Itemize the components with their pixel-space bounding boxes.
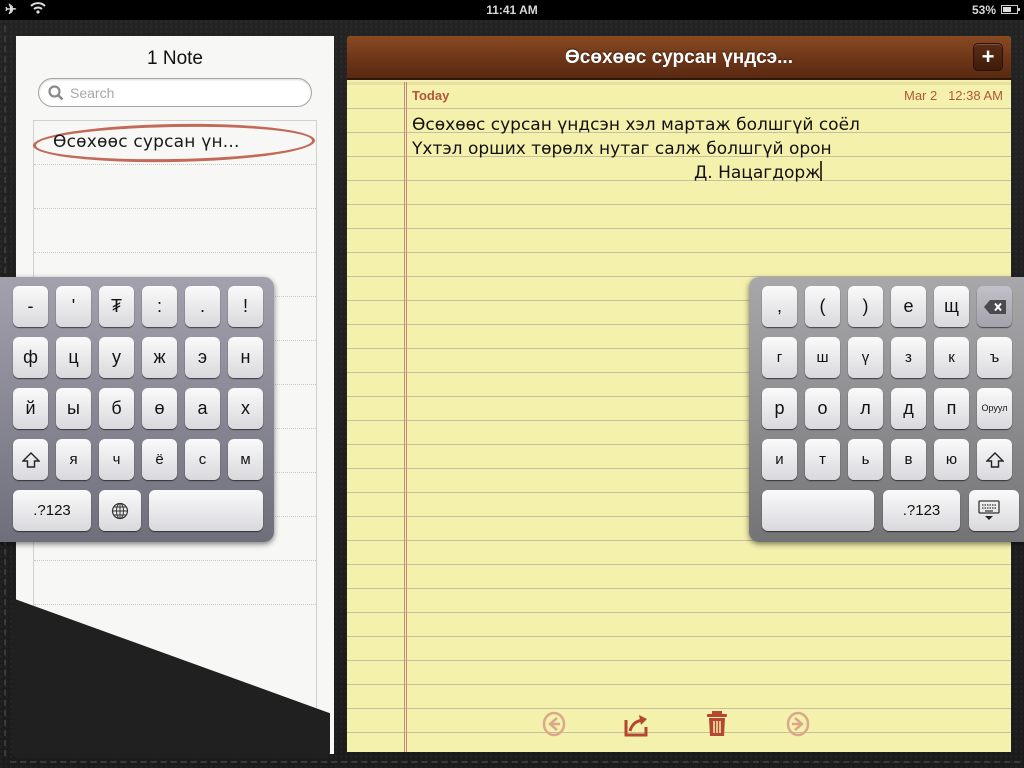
key[interactable]: ж	[142, 337, 177, 378]
key[interactable]: ₮	[99, 286, 134, 327]
key[interactable]: г	[762, 337, 797, 378]
hide-keyboard-key[interactable]	[969, 490, 1019, 531]
add-note-button[interactable]: +	[973, 43, 1003, 71]
key[interactable]: )	[848, 286, 883, 327]
key[interactable]: и	[762, 439, 797, 480]
key[interactable]: ө	[142, 388, 177, 429]
globe-icon	[111, 503, 129, 520]
key[interactable]: ф	[13, 337, 48, 378]
key[interactable]: п	[934, 388, 969, 429]
split-keyboard-right: , ( ) е щ г ш ү з к ъ р о л д п Оруул и …	[749, 277, 1024, 542]
note-line: Үхтэл орших төрөлх нутаг салж болшгүй ор…	[412, 139, 832, 159]
note-date-day: Mar 2	[903, 88, 938, 103]
key[interactable]: б	[99, 388, 134, 429]
share-icon[interactable]	[622, 710, 650, 738]
backspace-icon	[983, 300, 1006, 315]
text-cursor	[820, 161, 823, 181]
key[interactable]: ю	[934, 439, 969, 480]
key[interactable]: л	[848, 388, 883, 429]
key[interactable]: ш	[805, 337, 840, 378]
key[interactable]: в	[891, 439, 926, 480]
key[interactable]: ь	[848, 439, 883, 480]
return-key[interactable]: Оруул	[977, 388, 1012, 429]
key[interactable]: ч	[99, 439, 134, 480]
key[interactable]: у	[99, 337, 134, 378]
key[interactable]: ы	[56, 388, 91, 429]
key[interactable]: м	[228, 439, 263, 480]
key[interactable]: ц	[56, 337, 91, 378]
key[interactable]: ,	[762, 286, 797, 327]
key[interactable]: т	[805, 439, 840, 480]
key[interactable]: -	[13, 286, 48, 327]
date-label: Today	[412, 88, 450, 103]
key[interactable]: е	[891, 286, 926, 327]
key[interactable]: щ	[934, 286, 969, 327]
note-line: Өсөхөөс сурсан үндсэн хэл мартаж болшгүй…	[412, 115, 860, 135]
note-body[interactable]: Өсөхөөс сурсан үндсэн хэл мартаж болшгүй…	[412, 113, 1011, 183]
shift-key[interactable]	[13, 439, 48, 480]
key[interactable]: д	[891, 388, 926, 429]
clock: 11:41 AM	[486, 3, 538, 17]
key[interactable]: р	[762, 388, 797, 429]
key[interactable]: ү	[848, 337, 883, 378]
key[interactable]: о	[805, 388, 840, 429]
delete-key[interactable]	[977, 286, 1012, 327]
globe-key[interactable]	[99, 490, 141, 531]
space-key[interactable]	[149, 490, 263, 531]
space-key[interactable]	[762, 490, 874, 531]
note-time: 12:38 AM	[948, 88, 1003, 103]
margin-line	[404, 82, 407, 752]
search-input[interactable]: Search	[38, 78, 312, 107]
previous-note-icon[interactable]	[540, 710, 568, 738]
search-placeholder: Search	[70, 85, 115, 101]
key[interactable]: э	[185, 337, 220, 378]
key[interactable]: х	[228, 388, 263, 429]
key[interactable]: к	[934, 337, 969, 378]
key[interactable]: з	[891, 337, 926, 378]
split-keyboard-left: - ' ₮ : . ! ф ц у ж э н й ы б ө а х я ч …	[0, 277, 274, 542]
battery-icon	[1001, 5, 1020, 14]
note-signature: Д. Нацагдорж	[694, 161, 823, 185]
key[interactable]: с	[185, 439, 220, 480]
note-title: Өсөхөөс сурсан үндсэ...	[565, 47, 793, 68]
key[interactable]: я	[56, 439, 91, 480]
key[interactable]: н	[228, 337, 263, 378]
note-date: Mar 2 12:38 AM	[904, 88, 1003, 103]
note-line: Д. Нацагдорж	[694, 163, 821, 183]
list-item[interactable]: Өсөхөөс сурсан үн...	[32, 121, 317, 165]
key[interactable]: ё	[142, 439, 177, 480]
next-note-icon[interactable]	[784, 710, 812, 738]
stitching	[10, 761, 1020, 763]
status-bar: ✈ 11:41 AM 53%	[0, 0, 1024, 20]
key[interactable]: !	[228, 286, 263, 327]
battery-percent: 53%	[971, 3, 996, 17]
note-item-label: Өсөхөөс сурсан үн...	[53, 132, 240, 152]
notes-count-title: 1 Note	[147, 48, 203, 69]
shift-key[interactable]	[977, 439, 1012, 480]
hide-keyboard-icon	[978, 500, 1000, 521]
numbers-key[interactable]: .?123	[883, 490, 960, 531]
key[interactable]: :	[142, 286, 177, 327]
key[interactable]: й	[13, 388, 48, 429]
key[interactable]: .	[185, 286, 220, 327]
key[interactable]: (	[805, 286, 840, 327]
note-header: Өсөхөөс сурсан үндсэ... +	[347, 36, 1011, 80]
key[interactable]: '	[56, 286, 91, 327]
shift-icon	[984, 452, 1005, 468]
shift-icon	[20, 452, 41, 468]
trash-icon[interactable]	[703, 710, 731, 738]
key[interactable]: а	[185, 388, 220, 429]
key[interactable]: ъ	[977, 337, 1012, 378]
numbers-key[interactable]: .?123	[13, 490, 91, 531]
search-icon	[48, 85, 64, 101]
